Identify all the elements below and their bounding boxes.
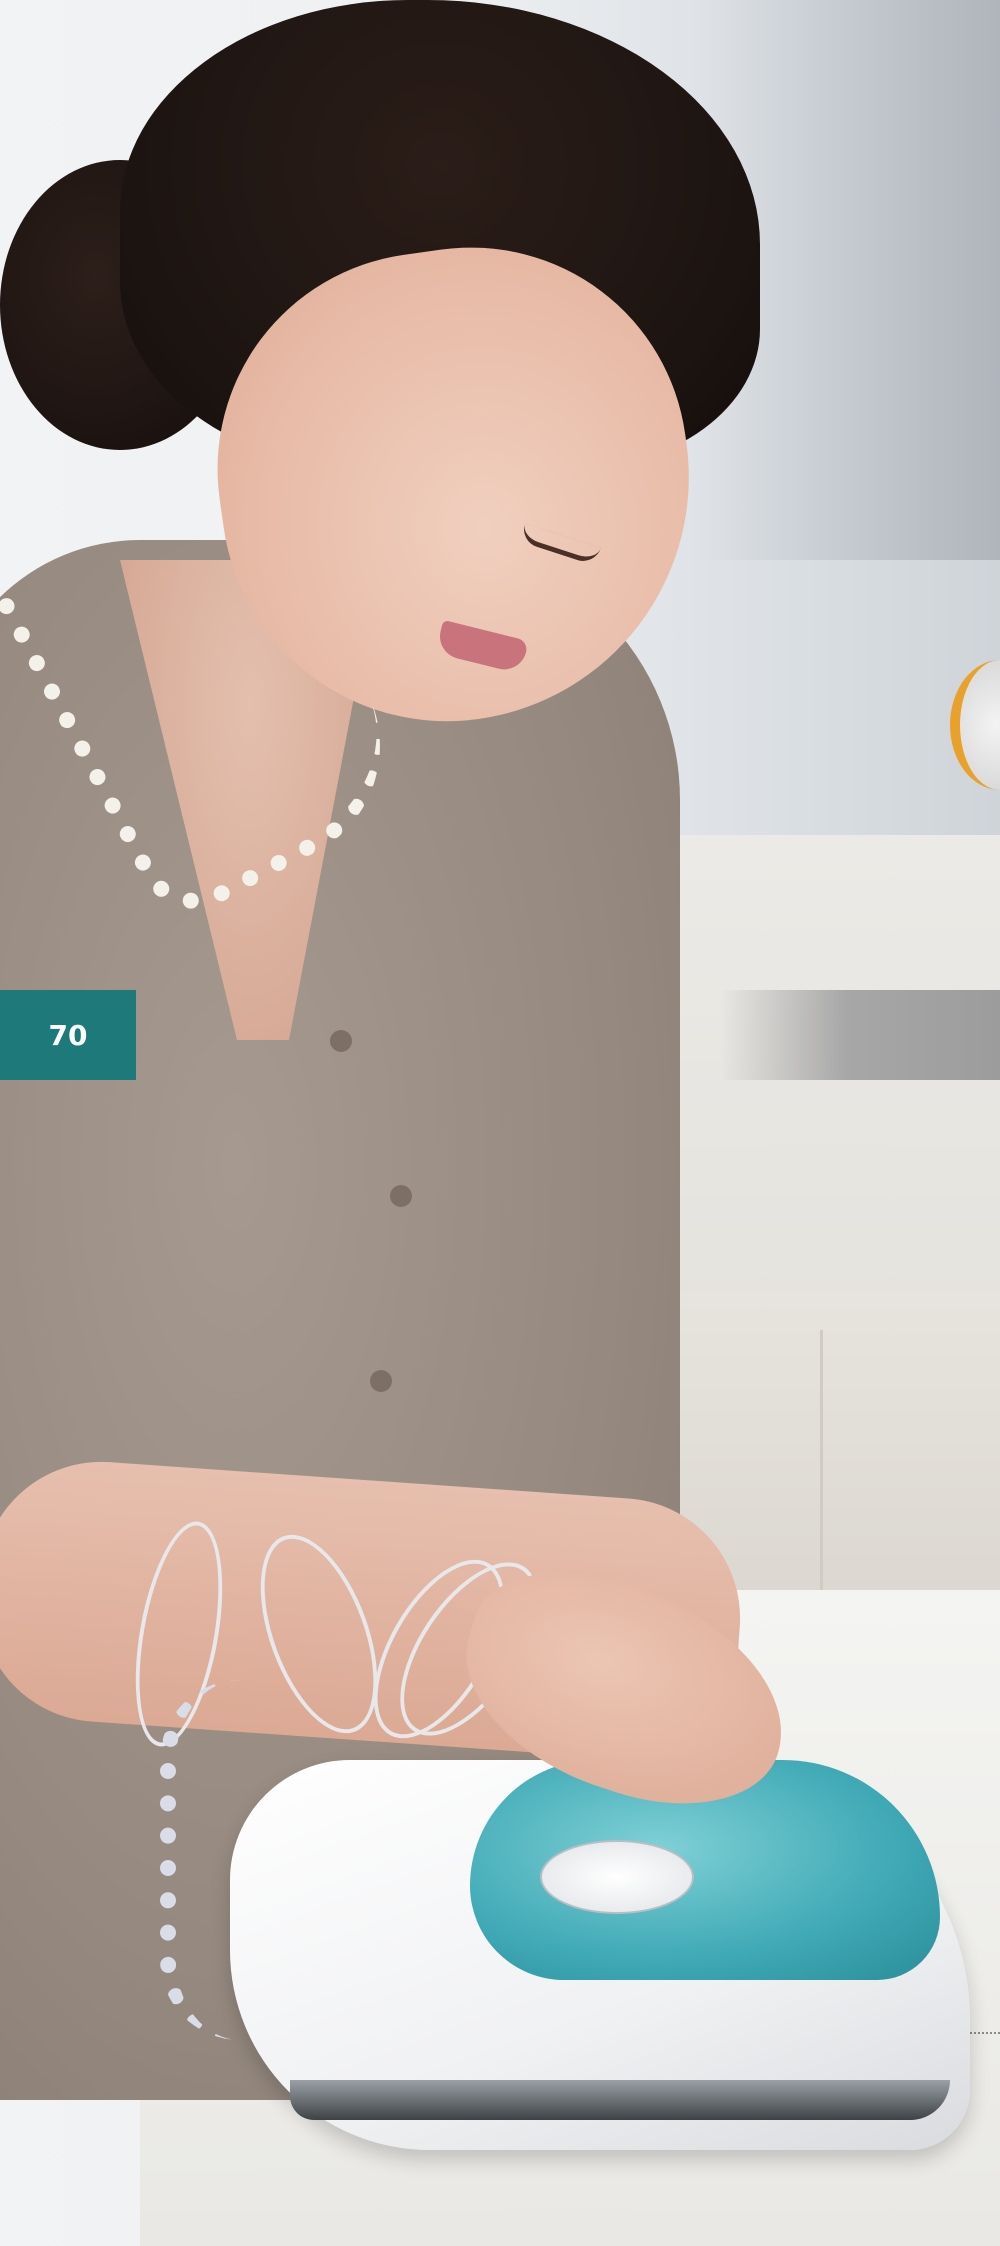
cardigan-button	[390, 1185, 412, 1207]
cardigan-button	[370, 1370, 392, 1392]
iron-soleplate	[290, 2080, 950, 2120]
iron-steam-dial	[540, 1840, 694, 1914]
page-number-box: 70	[0, 990, 136, 1080]
sofa-cushion-seam	[820, 1330, 823, 1590]
header-bar-right	[720, 990, 1000, 1080]
page-number: 70	[48, 1018, 88, 1052]
brochure-page: 70	[0, 0, 1000, 2246]
cardigan-button	[330, 1030, 352, 1052]
